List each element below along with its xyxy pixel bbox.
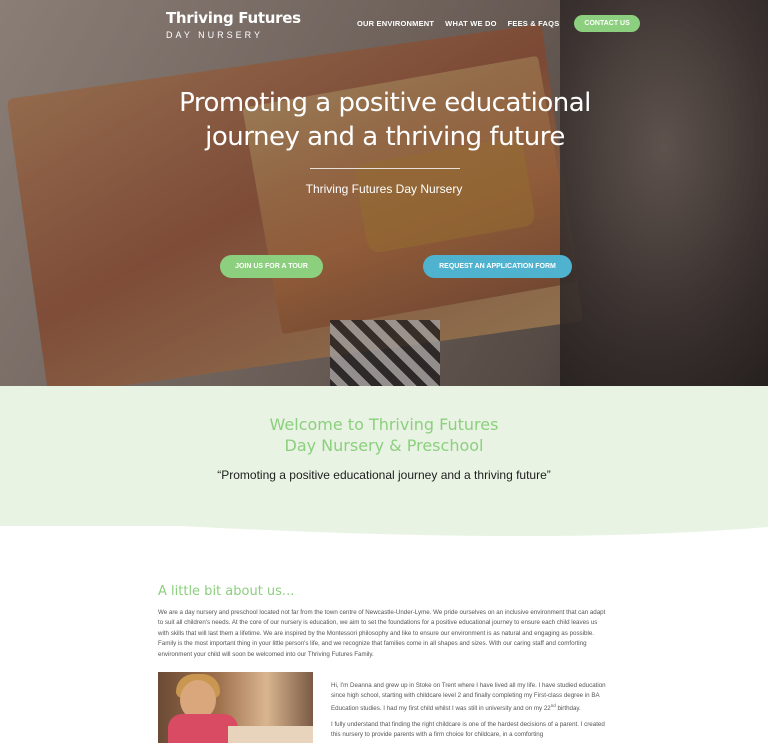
hero-title: Promoting a positive educational journey… <box>160 86 610 154</box>
bio-paragraph-2: I fully understand that finding the righ… <box>331 720 605 738</box>
bio-p1-text-end: birthday. <box>555 705 581 713</box>
welcome-title-line2: Day Nursery & Preschool <box>284 436 484 455</box>
site-logo[interactable]: Thriving Futures DAY NURSERY <box>166 9 301 40</box>
welcome-title-line1: Welcome to Thriving Futures <box>269 415 499 434</box>
nav-fees-faqs[interactable]: FEES & FAQS <box>508 19 560 28</box>
about-paragraph: We are a day nursery and preschool locat… <box>158 609 606 658</box>
welcome-title: Welcome to Thriving Futures Day Nursery … <box>184 414 584 456</box>
join-tour-button[interactable]: JOIN US FOR A TOUR <box>220 255 323 278</box>
nav-what-we-do[interactable]: WHAT WE DO <box>445 19 496 28</box>
logo-name: Thriving Futures <box>166 9 301 27</box>
logo-tagline: DAY NURSERY <box>166 30 264 40</box>
hero-divider <box>310 168 460 169</box>
request-application-button[interactable]: REQUEST AN APPLICATION FORM <box>423 255 572 278</box>
main-nav: OUR ENVIRONMENT WHAT WE DO FEES & FAQS C… <box>357 15 640 32</box>
nav-our-environment[interactable]: OUR ENVIRONMENT <box>357 19 434 28</box>
hero-title-line2: journey and a thriving future <box>205 122 565 152</box>
about-heading: A little bit about us... <box>158 584 295 599</box>
founder-bio: Hi, I'm Deanna and grew up in Stoke on T… <box>331 681 606 745</box>
photo-table <box>228 726 313 743</box>
bio-paragraph-1: Hi, I'm Deanna and grew up in Stoke on T… <box>331 681 606 715</box>
welcome-wave-divider <box>0 513 768 537</box>
hero-subtitle: Thriving Futures Day Nursery <box>305 182 463 196</box>
founder-photo <box>158 672 313 743</box>
contact-us-button[interactable]: CONTACT US <box>574 15 640 32</box>
welcome-quote: “Promoting a positive educational journe… <box>217 468 551 482</box>
welcome-section <box>0 386 768 526</box>
hero-title-line1: Promoting a positive educational <box>179 88 591 118</box>
